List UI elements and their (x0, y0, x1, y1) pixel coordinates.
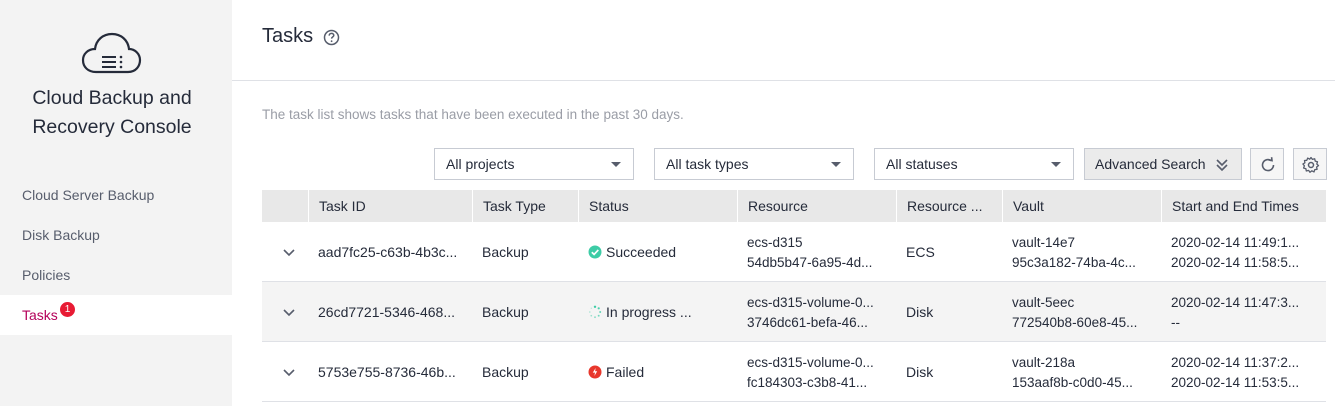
vault-id: 153aaf8b-c0d0-45... (1012, 375, 1133, 390)
time-cell: 2020-02-14 11:37:2... 2020-02-14 11:53:5… (1161, 342, 1326, 402)
resource-name: ecs-d315-volume-0... (747, 355, 874, 370)
double-chevron-down-icon (1216, 159, 1228, 172)
refresh-button[interactable] (1250, 148, 1284, 180)
vault-id: 95c3a182-74ba-4c... (1012, 255, 1136, 270)
resource-name: ecs-d315 (747, 235, 803, 250)
vault-id: 772540b8-60e8-45... (1012, 315, 1138, 330)
tasks-table: Task ID Task Type Status Resource Resour… (262, 190, 1326, 402)
advanced-search-label: Advanced Search (1095, 156, 1206, 172)
end-time: 2020-02-14 11:53:5... (1171, 375, 1300, 390)
task-id-cell[interactable]: aad7fc25-c63b-4b3c... (308, 222, 472, 282)
sidebar: Cloud Backup and Recovery Console Cloud … (0, 0, 232, 406)
status-cell: Succeeded (578, 222, 737, 282)
column-header-start-end-times[interactable]: Start and End Times (1161, 190, 1326, 222)
task-type-select[interactable]: All task types (654, 148, 854, 180)
chevron-down-icon[interactable] (282, 246, 296, 260)
column-header-resource-type[interactable]: Resource ... (896, 190, 1002, 222)
column-header-vault[interactable]: Vault (1002, 190, 1161, 222)
resource-id: 3746dc61-befa-46... (747, 315, 868, 330)
sidebar-item-cloud-server-backup[interactable]: Cloud Server Backup (0, 175, 232, 215)
column-header-resource[interactable]: Resource (737, 190, 896, 222)
resource-cell: ecs-d315-volume-0... fc184303-c3b8-41... (737, 342, 896, 402)
sidebar-item-label: Tasks (22, 307, 58, 323)
sidebar-item-label: Cloud Server Backup (22, 187, 155, 203)
vault-name[interactable]: vault-14e7 (1012, 233, 1161, 253)
task-type-cell: Backup (482, 244, 529, 260)
console-title: Cloud Backup and Recovery Console (0, 84, 224, 142)
vault-name[interactable]: vault-218a (1012, 353, 1161, 373)
status-select-value: All statuses (886, 156, 958, 172)
project-select[interactable]: All projects (434, 148, 634, 180)
chevron-down-icon[interactable] (282, 306, 296, 320)
success-icon (588, 245, 602, 259)
end-time: 2020-02-14 11:58:5... (1171, 255, 1300, 270)
loading-icon (589, 305, 602, 319)
task-type-cell: Backup (482, 304, 529, 320)
console-title-line1: Cloud Backup and (32, 87, 192, 109)
settings-button[interactable] (1293, 148, 1327, 180)
status-select[interactable]: All statuses (874, 148, 1074, 180)
time-cell: 2020-02-14 11:47:3... -- (1161, 282, 1326, 342)
resource-type-cell: Disk (906, 304, 934, 320)
refresh-icon (1261, 157, 1275, 172)
failed-icon (588, 365, 602, 379)
page-header: Tasks (232, 0, 1335, 81)
help-icon[interactable] (323, 29, 340, 46)
time-cell: 2020-02-14 11:49:1... 2020-02-14 11:58:5… (1161, 222, 1326, 282)
end-time: -- (1171, 315, 1180, 330)
status-text: Failed (606, 364, 645, 380)
resource-id: fc184303-c3b8-41... (747, 375, 868, 390)
status-text: Succeeded (606, 244, 677, 260)
status-cell: In progress ... (578, 282, 737, 342)
gear-icon (1302, 156, 1320, 173)
sidebar-item-tasks[interactable]: Tasks 1 (0, 295, 232, 335)
task-type-cell: Backup (482, 364, 529, 380)
caret-down-icon (831, 162, 841, 167)
resource-cell: ecs-d315-volume-0... 3746dc61-befa-46... (737, 282, 896, 342)
resource-id: 54db5b47-6a95-4d... (747, 255, 873, 270)
vault-cell: vault-5eec 772540b8-60e8-45... (1002, 282, 1161, 342)
task-count-badge: 1 (60, 302, 75, 317)
resource-type-cell: ECS (906, 244, 935, 260)
resource-type-cell: Disk (906, 364, 934, 380)
column-header-status[interactable]: Status (578, 190, 737, 222)
vault-cell: vault-14e7 95c3a182-74ba-4c... (1002, 222, 1161, 282)
sidebar-item-disk-backup[interactable]: Disk Backup (0, 215, 232, 255)
table-row: 26cd7721-5346-468... Backup In progress … (262, 282, 1326, 342)
task-id-cell[interactable]: 26cd7721-5346-468... (308, 282, 472, 342)
task-id-cell[interactable]: 5753e755-8736-46b... (308, 342, 472, 402)
vault-cell: vault-218a 153aaf8b-c0d0-45... (1002, 342, 1161, 402)
table-header: Task ID Task Type Status Resource Resour… (262, 190, 1326, 222)
sidebar-item-policies[interactable]: Policies (0, 255, 232, 295)
status-text: In progress ... (606, 304, 692, 320)
table-row: 5753e755-8736-46b... Backup Failed ecs-d… (262, 342, 1326, 402)
cloud-logo-icon (81, 32, 142, 74)
start-time: 2020-02-14 11:49:1... (1171, 235, 1300, 250)
chevron-down-icon[interactable] (282, 366, 296, 380)
vault-name[interactable]: vault-5eec (1012, 293, 1161, 313)
page-title: Tasks (262, 25, 314, 47)
project-select-value: All projects (446, 156, 515, 172)
caret-down-icon (1051, 162, 1061, 167)
status-cell: Failed (578, 342, 737, 402)
sidebar-nav: Cloud Server Backup Disk Backup Policies… (0, 175, 232, 335)
column-header-task-type[interactable]: Task Type (472, 190, 578, 222)
task-type-select-value: All task types (666, 156, 749, 172)
resource-name: ecs-d315-volume-0... (747, 295, 874, 310)
column-header-task-id[interactable]: Task ID (308, 190, 472, 222)
console-title-line2: Recovery Console (32, 116, 192, 138)
sidebar-item-label: Disk Backup (22, 227, 100, 243)
caret-down-icon (611, 162, 621, 167)
expand-column-header (262, 190, 308, 222)
resource-cell: ecs-d315 54db5b47-6a95-4d... (737, 222, 896, 282)
task-list-hint: The task list shows tasks that have been… (262, 107, 684, 122)
start-time: 2020-02-14 11:47:3... (1171, 295, 1300, 310)
table-row: aad7fc25-c63b-4b3c... Backup Succeeded e… (262, 222, 1326, 282)
advanced-search-button[interactable]: Advanced Search (1084, 148, 1242, 180)
start-time: 2020-02-14 11:37:2... (1171, 355, 1300, 370)
sidebar-item-label: Policies (22, 267, 71, 283)
